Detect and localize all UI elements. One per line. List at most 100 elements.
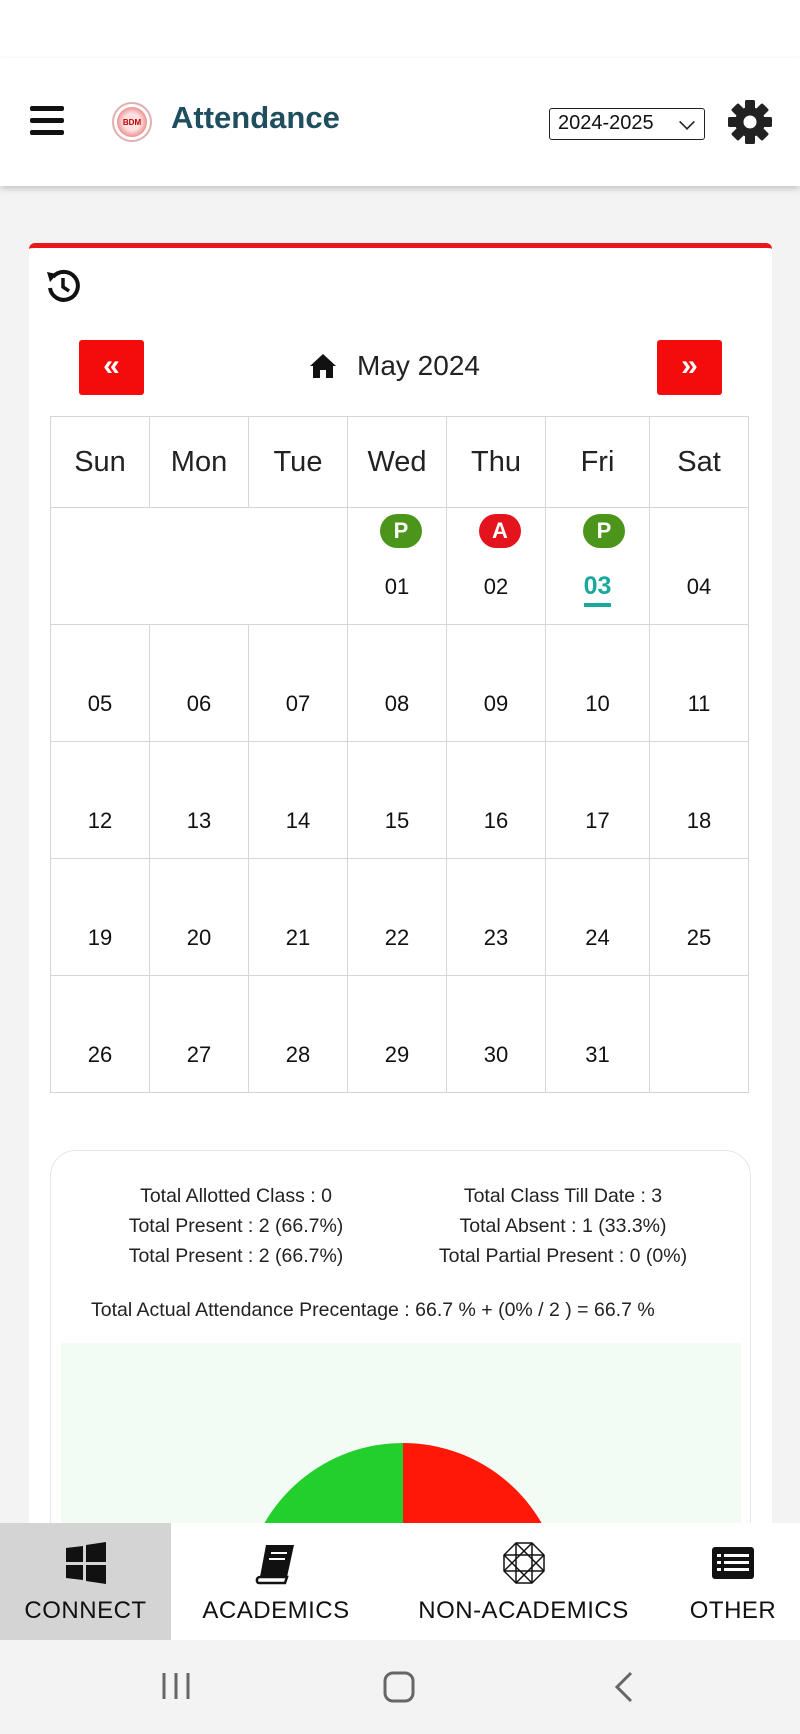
page-title: Attendance (171, 100, 340, 135)
calendar-day-cell[interactable]: P 01 (347, 507, 447, 625)
calendar-week-row: 26 27 28 29 30 31 (50, 975, 749, 1093)
day-number: 31 (585, 1042, 610, 1067)
calendar-day-cell[interactable]: 28 (248, 975, 348, 1093)
system-navigation-bar (0, 1640, 800, 1734)
day-number: 26 (87, 1042, 113, 1067)
weekday-label: Wed (347, 416, 447, 508)
day-number: 16 (483, 808, 509, 833)
calendar-day-cell[interactable]: 15 (347, 741, 447, 859)
today-date-label: 03 (583, 572, 612, 607)
hamburger-menu-icon[interactable] (30, 106, 64, 136)
home-icon[interactable] (309, 353, 337, 379)
calendar-day-cell[interactable]: 11 (649, 624, 749, 742)
day-number: 04 (686, 574, 712, 599)
calendar-day-cell[interactable]: 20 (149, 858, 249, 976)
weekday-label: Sun (50, 416, 150, 508)
nav-non-academics[interactable]: NON-ACADEMICS (381, 1523, 666, 1640)
app-bar: BDM Attendance 2024-2025 (0, 58, 800, 186)
next-month-button[interactable]: » (657, 340, 722, 395)
nav-connect-label: CONNECT (24, 1597, 147, 1624)
calendar-day-cell[interactable]: 29 (347, 975, 447, 1093)
calendar-day-cell[interactable]: 19 (50, 858, 150, 976)
windows-icon (65, 1542, 106, 1584)
calendar-day-cell[interactable]: 31 (545, 975, 650, 1093)
attendance-summary: Total Allotted Class : 0 Total Class Til… (50, 1150, 751, 1573)
calendar-day-cell[interactable]: 05 (50, 624, 150, 742)
day-number: 29 (384, 1042, 410, 1067)
back-icon[interactable] (612, 1670, 636, 1704)
chevron-down-icon (679, 114, 695, 130)
list-icon (712, 1547, 754, 1579)
calendar-day-cell[interactable]: 21 (248, 858, 348, 976)
calendar-day-cell[interactable]: A 02 (446, 507, 546, 625)
calendar-day-cell[interactable]: 07 (248, 624, 348, 742)
total-absent: Total Absent : 1 (33.3%) (459, 1215, 667, 1237)
calendar-day-cell[interactable]: 13 (149, 741, 249, 859)
calendar-day-cell[interactable]: 22 (347, 858, 447, 976)
previous-month-button[interactable]: « (79, 340, 144, 395)
weekday-label: Fri (545, 416, 650, 508)
absent-badge: A (479, 514, 521, 548)
calendar-day-cell[interactable]: 06 (149, 624, 249, 742)
day-number: 28 (285, 1042, 311, 1067)
nav-other[interactable]: OTHER (666, 1523, 800, 1640)
home-button-icon[interactable] (382, 1670, 416, 1704)
nav-connect[interactable]: CONNECT (0, 1523, 171, 1640)
calendar-day-cell[interactable]: 08 (347, 624, 447, 742)
day-number: 14 (285, 808, 311, 833)
calendar-day-cell[interactable]: 26 (50, 975, 150, 1093)
attendance-card: « May 2024 » Sun Mon Tue Wed Thu Fri Sat… (29, 243, 772, 1573)
day-number: 01 (384, 574, 410, 599)
day-number: 13 (186, 808, 212, 833)
recent-apps-icon[interactable] (160, 1670, 192, 1702)
day-number: 21 (285, 925, 311, 950)
calendar-day-cell[interactable]: 04 (649, 507, 749, 625)
polygon-icon (502, 1542, 545, 1584)
bottom-navigation: CONNECT ACADEMICS NON-ACADEMICS OTHER (0, 1523, 800, 1640)
weekday-label: Tue (248, 416, 348, 508)
day-number: 15 (384, 808, 410, 833)
day-number: 30 (483, 1042, 509, 1067)
month-header: May 2024 (309, 346, 480, 386)
month-label: May 2024 (357, 350, 480, 381)
day-number: 25 (686, 925, 712, 950)
calendar-day-cell[interactable]: 23 (446, 858, 546, 976)
academic-year-select[interactable]: 2024-2025 (549, 108, 705, 140)
calendar-day-cell[interactable]: 18 (649, 741, 749, 859)
total-present: Total Present : 2 (66.7%) (128, 1215, 344, 1237)
calendar-day-cell[interactable]: P 03 (545, 507, 650, 625)
calendar-day-cell[interactable]: 14 (248, 741, 348, 859)
calendar-week-row: 19 20 21 22 23 24 25 (50, 858, 749, 976)
calendar-week-row: P 01 A 02 P 03 04 (50, 507, 749, 625)
day-number: 19 (87, 925, 113, 950)
day-number: 08 (384, 691, 410, 716)
calendar-week-row: 12 13 14 15 16 17 18 (50, 741, 749, 859)
calendar-empty-cell (649, 975, 749, 1093)
day-number: 17 (585, 808, 610, 833)
calendar-day-cell[interactable]: 24 (545, 858, 650, 976)
total-allotted-class: Total Allotted Class : 0 (140, 1185, 332, 1207)
actual-attendance-percentage: Total Actual Attendance Precentage : 66.… (91, 1299, 655, 1321)
gear-icon[interactable] (726, 98, 774, 146)
weekday-label: Mon (149, 416, 249, 508)
calendar-day-cell[interactable]: 30 (446, 975, 546, 1093)
calendar-day-cell[interactable]: 10 (545, 624, 650, 742)
academic-year-value: 2024-2025 (558, 112, 654, 134)
weekday-header-row: Sun Mon Tue Wed Thu Fri Sat (50, 416, 749, 508)
calendar-day-cell[interactable]: 16 (446, 741, 546, 859)
status-bar (0, 0, 800, 58)
day-number: 22 (384, 925, 410, 950)
calendar-grid: Sun Mon Tue Wed Thu Fri Sat P 01 A 02 P 03 04 0… (50, 416, 749, 1093)
weekday-label: Sat (649, 416, 749, 508)
day-number: 07 (285, 691, 311, 716)
calendar-day-cell[interactable]: 12 (50, 741, 150, 859)
calendar-day-cell[interactable]: 27 (149, 975, 249, 1093)
day-number: 09 (483, 691, 509, 716)
calendar-day-cell[interactable]: 09 (446, 624, 546, 742)
calendar-day-cell[interactable]: 25 (649, 858, 749, 976)
day-number: 12 (87, 808, 113, 833)
calendar-day-cell[interactable]: 17 (545, 741, 650, 859)
nav-academics[interactable]: ACADEMICS (171, 1523, 381, 1640)
nav-academics-label: ACADEMICS (202, 1597, 350, 1624)
history-icon[interactable] (45, 268, 81, 304)
